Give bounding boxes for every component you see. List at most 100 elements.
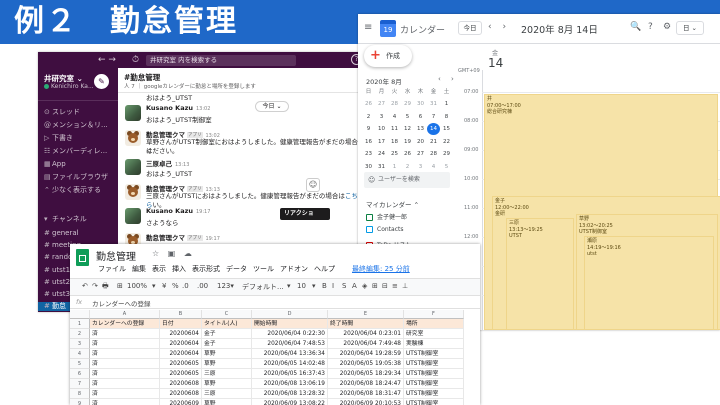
header-cell[interactable]: 終了時間: [328, 319, 404, 329]
mini-calendar-day[interactable]: 22: [440, 136, 453, 148]
channel-item[interactable]: # utst3: [44, 290, 70, 299]
table-cell[interactable]: 実験棟: [404, 339, 464, 349]
sidebar-item[interactable]: ⊙ スレッド: [44, 108, 80, 117]
help-icon[interactable]: ?: [648, 22, 653, 32]
table-cell[interactable]: 20200609: [160, 399, 202, 405]
column-header[interactable]: C: [202, 310, 252, 319]
mini-calendar-day[interactable]: 14: [427, 123, 440, 135]
row-number[interactable]: 5: [70, 359, 90, 369]
sidebar-item[interactable]: ⌃ 少なく表示する: [44, 186, 101, 195]
header-cell[interactable]: 場所: [404, 319, 464, 329]
table-cell[interactable]: 三原: [202, 369, 252, 379]
toolbar-button[interactable]: I: [332, 282, 334, 290]
table-cell[interactable]: 20200604: [160, 339, 202, 349]
table-cell[interactable]: UTST制御室: [404, 389, 464, 399]
toolbar-button[interactable]: ⊞: [117, 282, 123, 290]
today-button[interactable]: 今日: [458, 21, 482, 35]
table-cell[interactable]: 2020/06/05 14:02:48: [252, 359, 328, 369]
calendar-checkbox[interactable]: [366, 214, 373, 221]
table-cell[interactable]: 済: [90, 329, 160, 339]
date-divider-pill[interactable]: 今日 ⌄: [255, 101, 289, 112]
mini-calendar-day[interactable]: 31: [427, 98, 440, 110]
mini-calendar-day[interactable]: 2: [362, 111, 375, 123]
author-name[interactable]: 三原卓己: [146, 160, 172, 168]
author-name[interactable]: Kusano Kazu: [146, 207, 193, 215]
row-number[interactable]: 1: [70, 319, 90, 329]
bear-avatar-icon[interactable]: [125, 184, 141, 200]
search-icon[interactable]: 🔍: [630, 22, 641, 32]
toolbar-button[interactable]: ⊞: [372, 282, 378, 290]
table-cell[interactable]: 金子: [202, 339, 252, 349]
toolbar-button[interactable]: 100%: [127, 282, 147, 290]
mini-calendar-day[interactable]: 18: [388, 136, 401, 148]
header-cell[interactable]: タイトル(人): [202, 319, 252, 329]
my-calendars-header[interactable]: マイカレンダー ⌃: [366, 199, 419, 209]
header-cell[interactable]: 開始時間: [252, 319, 328, 329]
channel-item[interactable]: # utst1: [44, 266, 70, 275]
row-number[interactable]: 6: [70, 369, 90, 379]
table-cell[interactable]: 2020/06/09 20:10:53: [328, 399, 404, 405]
mini-calendar-day[interactable]: 27: [375, 98, 388, 110]
table-cell[interactable]: UTST制御室: [404, 399, 464, 405]
toolbar-button[interactable]: ▾: [152, 282, 156, 290]
menu-item[interactable]: アドオン: [280, 264, 308, 274]
menu-item[interactable]: 表示: [152, 264, 166, 274]
table-cell[interactable]: 済: [90, 359, 160, 369]
mini-calendar-day[interactable]: 9: [362, 123, 375, 135]
toolbar-button[interactable]: ▾: [287, 282, 291, 290]
column-header[interactable]: F: [404, 310, 464, 319]
sidebar-item[interactable]: ▷ 下書き: [44, 134, 73, 143]
author-name[interactable]: 勤怠管理クマ: [146, 234, 185, 242]
main-menu-icon[interactable]: ≡: [364, 22, 372, 33]
calendar-list-item[interactable]: Contacts: [366, 226, 403, 233]
table-cell[interactable]: 済: [90, 369, 160, 379]
calendar-event[interactable]: 三原 13:13～19:25 UTST: [506, 218, 574, 330]
mini-calendar-day[interactable]: 30: [414, 98, 427, 110]
formula-bar[interactable]: fx カレンダーへの登録: [70, 296, 480, 309]
table-cell[interactable]: UTST制御室: [404, 359, 464, 369]
table-cell[interactable]: UTST制御室: [404, 349, 464, 359]
mini-calendar-nav[interactable]: ‹ ›: [438, 75, 458, 83]
history-arrows[interactable]: ← →: [98, 54, 116, 66]
sidebar-item[interactable]: ▦App: [44, 160, 66, 169]
table-cell[interactable]: 20200604: [160, 349, 202, 359]
mini-calendar-day[interactable]: 25: [388, 148, 401, 160]
sidebar-item[interactable]: ▤ファイルブラウザ: [44, 173, 108, 182]
sidebar-item[interactable]: ☷ メンバーディレ...: [44, 147, 107, 156]
table-cell[interactable]: 済: [90, 399, 160, 405]
mini-calendar-day[interactable]: 8: [440, 111, 453, 123]
table-cell[interactable]: 20200604: [160, 329, 202, 339]
toolbar-button[interactable]: ≡: [392, 282, 398, 290]
user-avatar[interactable]: [125, 159, 141, 175]
mini-calendar-day[interactable]: 5: [440, 161, 453, 173]
table-cell[interactable]: 2020/06/04 0:23:01: [328, 329, 404, 339]
table-cell[interactable]: 2020/06/04 7:49:48: [328, 339, 404, 349]
message-author[interactable]: Kusano Kazu 13:02: [146, 104, 210, 112]
mini-calendar-day[interactable]: 13: [414, 123, 427, 135]
table-cell[interactable]: 20200608: [160, 379, 202, 389]
column-header[interactable]: B: [160, 310, 202, 319]
mini-calendar-day[interactable]: 26: [401, 148, 414, 160]
row-number[interactable]: 8: [70, 389, 90, 399]
toolbar-button[interactable]: ↷: [92, 282, 98, 290]
mini-calendar-day[interactable]: 20: [414, 136, 427, 148]
row-number[interactable]: 9: [70, 399, 90, 405]
table-cell[interactable]: 20200608: [160, 389, 202, 399]
table-cell[interactable]: 草野: [202, 349, 252, 359]
toolbar-button[interactable]: ◈: [362, 282, 367, 290]
mini-calendar-day[interactable]: 30: [362, 161, 375, 173]
message-author[interactable]: Kusano Kazu 19:17: [146, 207, 210, 215]
row-number[interactable]: 2: [70, 329, 90, 339]
menu-item[interactable]: データ: [226, 264, 247, 274]
table-cell[interactable]: UTST制御室: [404, 379, 464, 389]
message-author[interactable]: 三原卓己 13:13: [146, 158, 189, 168]
message-time[interactable]: 19:17: [196, 209, 210, 215]
settings-gear-icon[interactable]: ⚙: [663, 22, 671, 32]
header-cell[interactable]: カレンダーへの登録: [90, 319, 160, 329]
table-cell[interactable]: 2020/06/05 18:29:34: [328, 369, 404, 379]
search-people-input[interactable]: ☺ ユーザーを検索: [364, 172, 450, 188]
menu-item[interactable]: 挿入: [172, 264, 186, 274]
column-header[interactable]: A: [90, 310, 160, 319]
calendar-list-item[interactable]: 金子健一郎: [366, 212, 407, 221]
mini-calendar-day[interactable]: 19: [401, 136, 414, 148]
